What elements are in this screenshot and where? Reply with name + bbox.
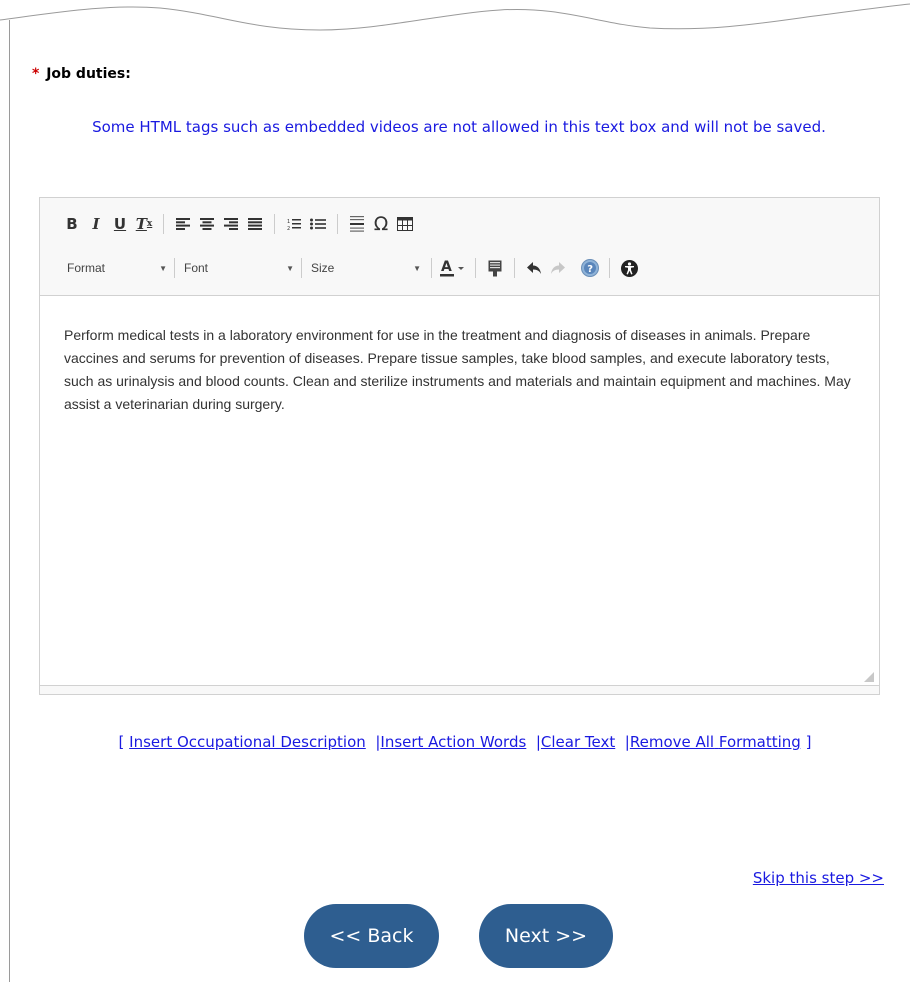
align-left-button[interactable]: [171, 211, 195, 237]
justify-icon: [248, 218, 262, 230]
table-button[interactable]: [393, 211, 417, 237]
horizontal-line-icon: [350, 216, 364, 232]
bulleted-list-button[interactable]: [306, 211, 330, 237]
job-duties-label: Job duties:: [46, 66, 131, 82]
resize-handle-icon[interactable]: [864, 672, 874, 682]
italic-button[interactable]: I: [84, 211, 108, 237]
insert-action-words-link[interactable]: Insert Action Words: [380, 733, 526, 751]
numbered-list-button[interactable]: 12: [282, 211, 306, 237]
svg-text:?: ?: [587, 264, 593, 275]
close-bracket: ]: [805, 733, 812, 751]
rich-text-editor: B I U Tx 12 Ω Format ▼ Font ▼ Size ▼ A ?…: [39, 197, 880, 695]
special-char-button[interactable]: Ω: [369, 211, 393, 237]
align-right-button[interactable]: [219, 211, 243, 237]
redo-button[interactable]: [546, 255, 570, 281]
size-dropdown-label: Size: [311, 261, 335, 275]
font-dropdown[interactable]: Font ▼: [178, 255, 298, 281]
text-color-button[interactable]: A: [438, 255, 468, 281]
justify-button[interactable]: [243, 211, 267, 237]
toolbar-separator: [609, 258, 610, 278]
align-center-button[interactable]: [195, 211, 219, 237]
remove-format-button[interactable]: Tx: [132, 211, 156, 237]
editor-action-links: [ Insert Occupational Description |Inser…: [90, 728, 840, 757]
accessibility-icon: [620, 259, 638, 277]
toolbar-row-1: B I U Tx 12 Ω: [60, 211, 417, 237]
skip-step-link[interactable]: Skip this step >>: [753, 869, 884, 887]
align-center-icon: [200, 218, 214, 230]
editor-toolbar: B I U Tx 12 Ω Format ▼ Font ▼ Size ▼ A ?: [40, 198, 879, 296]
toolbar-separator: [475, 258, 476, 278]
undo-icon: [527, 262, 541, 274]
paste-text-icon: [488, 260, 502, 276]
undo-button[interactable]: [522, 255, 546, 281]
chevron-down-icon: ▼: [413, 263, 421, 273]
numbered-list-icon: 12: [287, 218, 301, 231]
toolbar-row-2: Format ▼ Font ▼ Size ▼ A ?: [61, 255, 641, 281]
back-button[interactable]: << Back: [304, 904, 439, 968]
toolbar-separator: [431, 258, 432, 278]
svg-text:2: 2: [287, 226, 290, 231]
underline-button[interactable]: U: [108, 211, 132, 237]
format-dropdown-label: Format: [67, 261, 106, 275]
remove-all-formatting-link-part1: Remove All: [629, 733, 715, 751]
redo-icon: [551, 262, 565, 274]
align-left-icon: [176, 218, 190, 230]
toolbar-separator: [514, 258, 515, 278]
editor-content-area[interactable]: Perform medical tests in a laboratory en…: [40, 296, 879, 685]
paste-text-button[interactable]: [483, 255, 507, 281]
help-button[interactable]: ?: [578, 255, 602, 281]
toolbar-separator: [301, 258, 302, 278]
toolbar-separator: [337, 214, 338, 234]
format-dropdown[interactable]: Format ▼: [61, 255, 171, 281]
align-right-icon: [224, 218, 238, 230]
svg-text:A: A: [441, 259, 452, 275]
next-button[interactable]: Next >>: [479, 904, 613, 968]
horizontal-line-button[interactable]: [345, 211, 369, 237]
remove-all-formatting-link[interactable]: Remove All Formatting: [630, 733, 801, 751]
editor-status-bar: [40, 672, 879, 694]
table-icon: [397, 217, 413, 231]
chevron-down-icon: ▼: [286, 263, 294, 273]
toolbar-separator: [163, 214, 164, 234]
html-notice: Some HTML tags such as embedded videos a…: [92, 118, 826, 136]
toolbar-separator: [274, 214, 275, 234]
chevron-down-icon: ▼: [159, 263, 167, 273]
text-color-icon: A: [440, 259, 464, 277]
clear-text-link[interactable]: Clear Text: [541, 733, 615, 751]
panel-left-border: [9, 20, 10, 982]
field-label: * Job duties:: [32, 66, 131, 82]
insert-occupational-description-link[interactable]: Insert Occupational Description: [129, 733, 366, 751]
remove-all-formatting-link-part2: Formatting: [718, 733, 801, 751]
torn-edge-decoration: [0, 3, 910, 31]
accessibility-button[interactable]: [617, 255, 641, 281]
font-dropdown-label: Font: [184, 261, 209, 275]
bulleted-list-icon: [310, 218, 326, 230]
bold-button[interactable]: B: [60, 211, 84, 237]
size-dropdown[interactable]: Size ▼: [305, 255, 425, 281]
svg-text:1: 1: [287, 219, 290, 225]
required-marker: *: [32, 66, 40, 82]
help-icon: ?: [581, 259, 599, 277]
open-bracket: [: [118, 733, 125, 751]
toolbar-separator: [174, 258, 175, 278]
